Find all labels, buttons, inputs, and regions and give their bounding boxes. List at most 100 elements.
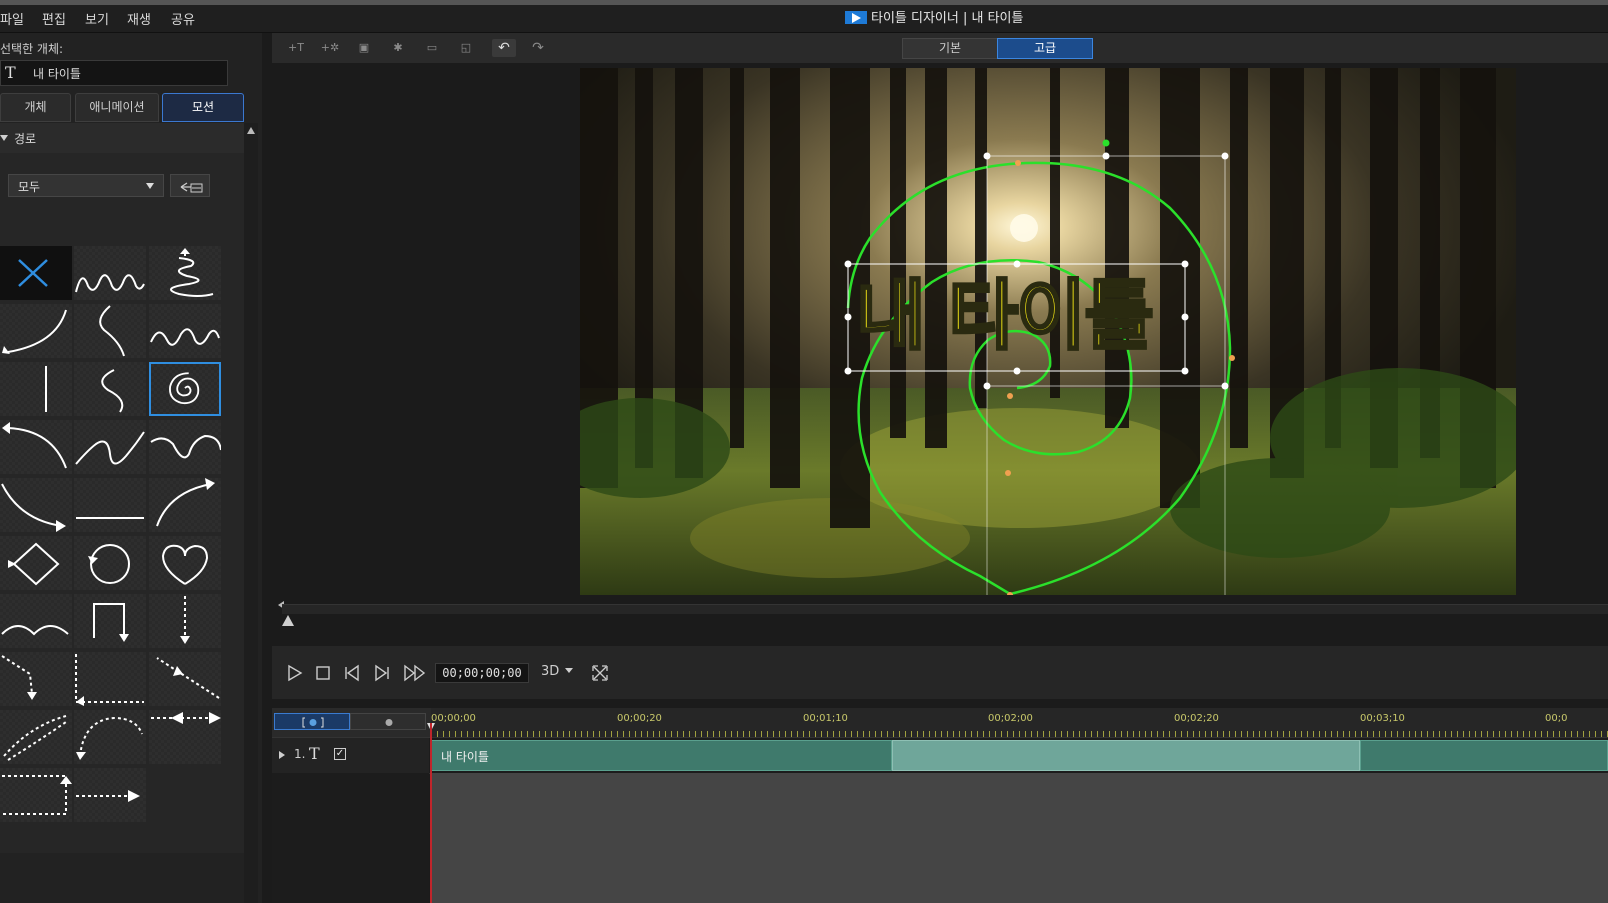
path-horizontal-line[interactable] xyxy=(74,478,146,532)
fullscreen-icon[interactable] xyxy=(590,664,610,682)
redo-icon[interactable]: ↷ xyxy=(526,39,550,57)
path-dashed-down[interactable] xyxy=(149,594,221,648)
undo-icon[interactable]: ↶ xyxy=(492,39,516,57)
track-number: 1. xyxy=(294,747,306,761)
path-heart[interactable] xyxy=(149,536,221,590)
path-none[interactable] xyxy=(0,246,72,300)
play-icon[interactable] xyxy=(284,664,304,682)
mode-basic-button[interactable]: 기본 xyxy=(902,38,998,59)
insert-particle-icon[interactable]: +✲ xyxy=(318,39,342,57)
menu-share[interactable]: 공유 xyxy=(171,9,195,28)
timeline-track-headers-area xyxy=(272,773,429,903)
menu-view[interactable]: 보기 xyxy=(85,9,109,28)
timeline-zoom-button[interactable] xyxy=(350,713,426,730)
path-dashed-double-arrow[interactable] xyxy=(149,710,221,764)
transport-controls: 00;00;00;00 3D xyxy=(272,646,1608,699)
path-vertical-line[interactable] xyxy=(0,362,72,416)
path-arc-left[interactable] xyxy=(0,420,72,474)
text-T-icon: T xyxy=(5,63,16,82)
main-area: +T +✲ ▣ ✱ ▭ ◱ ↶ ↷ 기본 고급 내 타이틀 00;00;00;0… xyxy=(272,33,1608,903)
timeline-ruler[interactable]: 00;00;00 00;00;20 00;01;10 00;02;00 00;0… xyxy=(431,708,1608,737)
path-curve-down-left[interactable] xyxy=(0,304,72,358)
window-title-text: 타이틀 디자이너 | 내 타이틀 xyxy=(871,11,1024,26)
clip-label: 내 타이틀 xyxy=(441,750,489,764)
text-T-icon: T xyxy=(309,744,320,763)
timeline-header: 00;00;00 00;00;20 00;01;10 00;02;00 00;0… xyxy=(272,708,1608,737)
mode-advanced-button[interactable]: 고급 xyxy=(997,38,1093,59)
3d-mode-label: 3D xyxy=(541,664,560,679)
tab-animation[interactable]: 애니메이션 xyxy=(75,93,159,122)
expand-triangle-icon[interactable] xyxy=(279,751,285,759)
path-dashed-right-arrow[interactable] xyxy=(74,768,146,822)
track-visibility-checkbox[interactable]: ✓ xyxy=(334,748,346,760)
tick-label: 00;01;10 xyxy=(803,713,848,724)
path-bumps[interactable] xyxy=(0,594,72,648)
playhead-line[interactable] xyxy=(430,723,432,903)
previous-frame-icon[interactable] xyxy=(342,664,362,682)
insert-image-icon[interactable]: ▣ xyxy=(352,39,376,57)
menu-edit[interactable]: 편집 xyxy=(42,9,66,28)
collapse-triangle-icon xyxy=(0,135,8,141)
title-clip-middle[interactable] xyxy=(892,740,1360,771)
path-dashed-diag-left[interactable] xyxy=(149,652,221,706)
chevron-down-icon xyxy=(565,668,574,673)
insert-text-icon[interactable]: +T xyxy=(284,39,308,57)
path-dashed-diag-down[interactable] xyxy=(0,652,72,706)
insert-background-icon[interactable]: ◱ xyxy=(454,39,478,57)
selected-object-label: 선택한 개체: xyxy=(0,42,64,56)
stop-icon[interactable] xyxy=(313,664,333,682)
selected-object-field[interactable]: T 내 타이틀 xyxy=(0,60,228,86)
path-circle[interactable] xyxy=(74,536,146,590)
timeline-empty-area[interactable] xyxy=(431,773,1608,903)
path-filter-value: 모두 xyxy=(18,180,41,194)
path-filter-dropdown[interactable]: 모두 xyxy=(8,174,164,197)
scroll-up-arrow-icon[interactable] xyxy=(247,127,255,134)
tick-label: 00;02;00 xyxy=(988,713,1033,724)
import-path-icon xyxy=(180,182,203,193)
tab-motion[interactable]: 모션 xyxy=(162,93,244,122)
window-title: 타이틀 디자이너 | 내 타이틀 xyxy=(845,7,1023,26)
path-s-curve[interactable] xyxy=(74,304,146,358)
tick-label: 00;03;10 xyxy=(1360,713,1405,724)
path-dashed-corner[interactable] xyxy=(74,652,146,706)
tab-object[interactable]: 개체 xyxy=(0,93,71,122)
menu-play[interactable]: 재생 xyxy=(127,9,151,28)
path-dashed-arc[interactable] xyxy=(74,710,146,764)
track-header[interactable]: 1. T ✓ xyxy=(272,738,429,773)
path-s-small[interactable] xyxy=(74,362,146,416)
insert-shape-icon[interactable]: ▭ xyxy=(420,39,444,57)
tick-label: 00;0 xyxy=(1545,713,1568,724)
insert-effect-icon[interactable]: ✱ xyxy=(386,39,410,57)
preview-title-text[interactable]: 내 타이틀 xyxy=(855,266,1186,370)
selected-object-name: 내 타이틀 xyxy=(33,67,81,81)
left-panel-scrollbar[interactable] xyxy=(244,123,258,903)
title-clip-out[interactable] xyxy=(1360,740,1608,771)
path-dashed-rect[interactable] xyxy=(0,768,72,822)
path-dashed-loop[interactable] xyxy=(0,710,72,764)
title-clip-in[interactable]: 내 타이틀 xyxy=(431,740,892,771)
timecode-display[interactable]: 00;00;00;00 xyxy=(435,663,529,683)
path-section-title: 경로 xyxy=(14,132,37,146)
scrub-slider-thumb[interactable] xyxy=(282,615,294,626)
path-square-u[interactable] xyxy=(74,594,146,648)
path-arc-up-right[interactable] xyxy=(149,478,221,532)
path-wave-s[interactable] xyxy=(74,420,146,474)
next-frame-icon[interactable] xyxy=(372,664,392,682)
timeline-track-row: 1. T ✓ 내 타이틀 xyxy=(272,737,1608,774)
path-diamond[interactable] xyxy=(0,536,72,590)
path-wave-small[interactable] xyxy=(149,304,221,358)
designer-toolbar: +T +✲ ▣ ✱ ▭ ◱ ↶ ↷ 기본 고급 xyxy=(272,33,1608,63)
preview-canvas[interactable]: 내 타이틀 xyxy=(580,68,1516,595)
3d-mode-dropdown[interactable]: 3D xyxy=(541,664,574,679)
path-wave[interactable] xyxy=(74,246,146,300)
path-zigzag-up[interactable] xyxy=(149,246,221,300)
path-section-header[interactable]: 경로 xyxy=(0,123,244,153)
fast-forward-icon[interactable] xyxy=(403,664,427,682)
import-path-button[interactable] xyxy=(170,174,210,197)
path-spiral[interactable] xyxy=(149,362,221,416)
path-loop-right[interactable] xyxy=(149,420,221,474)
timeline-zoom-fit-button[interactable] xyxy=(274,713,350,730)
scrub-slider-track[interactable] xyxy=(282,604,1608,614)
path-curve-down-right[interactable] xyxy=(0,478,72,532)
menu-file[interactable]: 파일 xyxy=(0,9,24,28)
